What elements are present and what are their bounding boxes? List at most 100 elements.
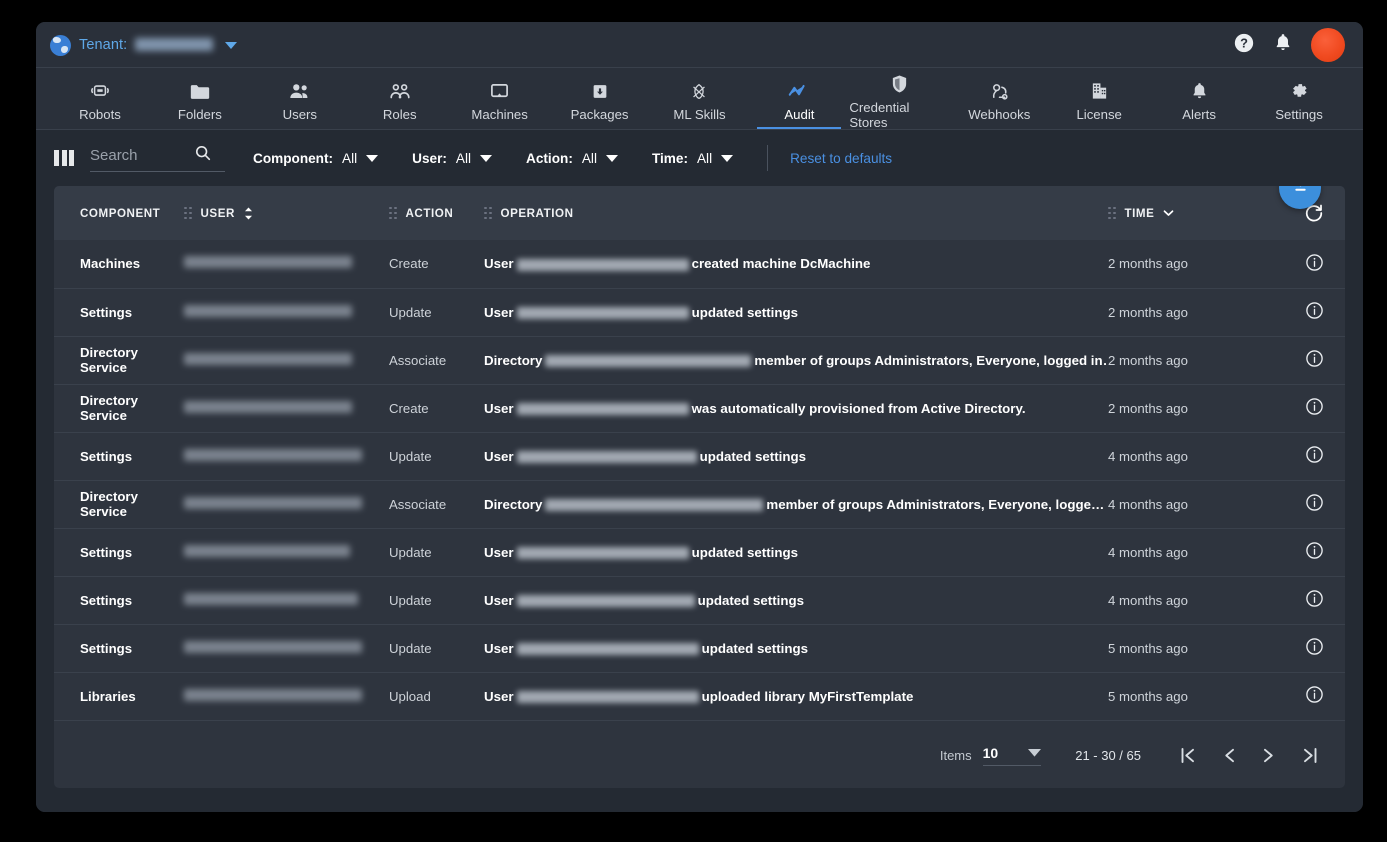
cell-info [1283, 480, 1345, 528]
filter-time[interactable]: Time: All [652, 151, 734, 166]
nav-item-license[interactable]: License [1049, 68, 1149, 130]
info-icon[interactable] [1305, 397, 1324, 416]
operation-user-redacted [545, 354, 752, 367]
avatar[interactable] [1311, 28, 1345, 62]
filter-action[interactable]: Action: All [526, 151, 618, 166]
cell-component: Machines [80, 256, 141, 272]
nav-item-credential-stores[interactable]: Credential Stores [849, 68, 949, 130]
drag-handle-icon[interactable] [1108, 206, 1116, 220]
info-icon[interactable] [1305, 685, 1324, 704]
column-header-component[interactable]: COMPONENT [54, 186, 184, 240]
search-field[interactable] [90, 144, 225, 172]
svg-text:?: ? [1240, 35, 1248, 50]
tenant-selector[interactable]: Tenant: [50, 34, 238, 56]
nav-label: Users [282, 107, 318, 122]
search-input[interactable] [90, 147, 194, 164]
info-icon[interactable] [1305, 445, 1324, 464]
operation-prefix: User [484, 400, 514, 416]
operation-suffix: uploaded library MyFirstTemplate [701, 688, 914, 704]
chevron-down-icon[interactable] [225, 41, 238, 49]
cell-operation: User created machine DcMachine [484, 240, 1108, 288]
cell-component: Settings [80, 592, 133, 608]
nav-item-webhooks[interactable]: Webhooks [949, 68, 1049, 130]
cell-info [1283, 624, 1345, 672]
nav-item-alerts[interactable]: Alerts [1149, 68, 1249, 130]
column-label: OPERATION [500, 206, 574, 220]
table-row[interactable]: Settings Update User updated settings 4 mont… [54, 576, 1345, 624]
monitor-icon [489, 80, 510, 102]
nav-item-machines[interactable]: Machines [450, 68, 550, 130]
user-email-redacted [184, 304, 352, 317]
reset-to-defaults-link[interactable]: Reset to defaults [790, 151, 892, 166]
sort-icon[interactable] [244, 207, 253, 220]
table-row[interactable]: Directory Service Associate Directory membe… [54, 336, 1345, 384]
nav-label: Credential Stores [849, 99, 910, 130]
cell-time: 4 months ago [1108, 592, 1188, 608]
operation-suffix: created machine DcMachine [691, 256, 871, 272]
table-row[interactable]: Libraries Upload User uploaded library MyFi… [54, 672, 1345, 720]
info-icon[interactable] [1305, 637, 1324, 656]
last-page-icon[interactable] [1301, 747, 1319, 764]
table-row[interactable]: Settings Update User updated settings 2 mont… [54, 288, 1345, 336]
operation-user-redacted [516, 450, 697, 463]
bell-icon[interactable] [1273, 32, 1293, 58]
column-header-time[interactable]: TIME [1108, 186, 1283, 240]
search-icon[interactable] [194, 144, 212, 167]
filter-value: All [581, 150, 597, 166]
column-header-user[interactable]: USER [184, 186, 389, 240]
info-icon[interactable] [1305, 541, 1324, 560]
prev-page-icon[interactable] [1223, 747, 1236, 764]
cell-operation: Directory member of groups Administrators… [484, 336, 1108, 384]
items-per-page-select[interactable]: 10 [982, 744, 1042, 766]
columns-icon[interactable] [54, 150, 74, 166]
table-row[interactable]: Directory Service Create User was automatic… [54, 384, 1345, 432]
cell-info [1283, 240, 1345, 288]
cell-action: Create [389, 256, 429, 272]
operation-suffix: updated settings [697, 592, 804, 608]
table-row[interactable]: Settings Update User updated settings 4 mont… [54, 432, 1345, 480]
info-icon[interactable] [1305, 589, 1324, 608]
package-icon [590, 80, 610, 102]
drag-handle-icon[interactable] [389, 206, 397, 220]
card-bottom-strip [36, 788, 1363, 812]
nav-item-robots[interactable]: Robots [50, 68, 150, 130]
divider [767, 145, 769, 171]
table-row[interactable]: Machines Create User created machine DcMach… [54, 240, 1345, 288]
nav-label: Audit [784, 107, 815, 122]
table-row[interactable]: Settings Update User updated settings 4 mont… [54, 528, 1345, 576]
operation-suffix: member of groups Administrators, Everyon… [766, 496, 1105, 512]
nav-item-packages[interactable]: Packages [550, 68, 650, 130]
chevron-down-icon [1028, 744, 1042, 762]
next-page-icon[interactable] [1262, 747, 1275, 764]
operation-user-redacted [516, 690, 699, 703]
operation-suffix: was automatically provisioned from Activ… [691, 400, 1026, 416]
sort-descending-icon[interactable] [1163, 209, 1174, 217]
robot-icon [89, 80, 111, 102]
operation-prefix: User [484, 592, 514, 608]
nav-item-audit[interactable]: Audit [749, 68, 849, 130]
drag-handle-icon[interactable] [184, 206, 192, 220]
table-header-row: COMPONENT USER ACTION OPERATION TIME [54, 186, 1345, 240]
info-icon[interactable] [1305, 493, 1324, 512]
nav-item-roles[interactable]: Roles [350, 68, 450, 130]
first-page-icon[interactable] [1179, 747, 1197, 764]
info-icon[interactable] [1305, 253, 1324, 272]
cell-operation: User updated settings [484, 432, 1108, 480]
table-row[interactable]: Directory Service Associate Directory membe… [54, 480, 1345, 528]
info-icon[interactable] [1305, 349, 1324, 368]
cell-operation: User updated settings [484, 528, 1108, 576]
table-row[interactable]: Settings Update User updated settings 5 mont… [54, 624, 1345, 672]
column-header-operation[interactable]: OPERATION [484, 186, 1108, 240]
info-icon[interactable] [1305, 301, 1324, 320]
drag-handle-icon[interactable] [484, 206, 492, 220]
filter-user[interactable]: User: All [412, 151, 493, 166]
nav-label: Machines [471, 107, 528, 122]
nav-item-ml-skills[interactable]: ML Skills [650, 68, 750, 130]
nav-item-settings[interactable]: Settings [1249, 68, 1349, 130]
filter-component[interactable]: Component: All [253, 151, 379, 166]
column-label: ACTION [405, 206, 454, 220]
help-icon[interactable]: ? [1233, 32, 1255, 59]
column-header-action[interactable]: ACTION [389, 186, 484, 240]
nav-item-folders[interactable]: Folders [150, 68, 250, 130]
nav-item-users[interactable]: Users [250, 68, 350, 130]
